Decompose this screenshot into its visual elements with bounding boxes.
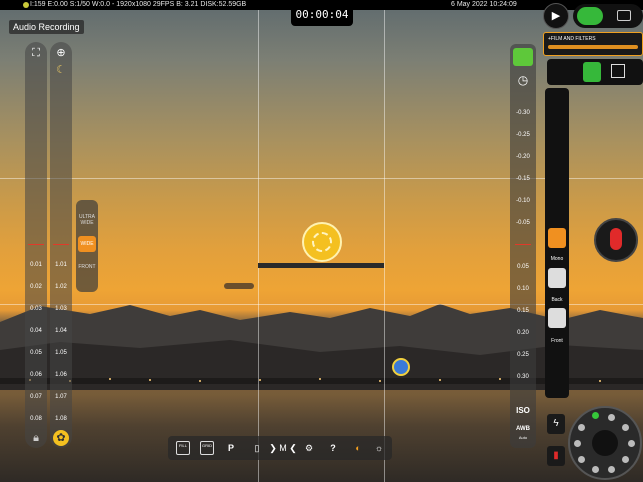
flower-icon[interactable]: ✿: [53, 430, 69, 446]
zoom-tick: 0.07: [30, 394, 42, 400]
film-filters-label: +FILM AND FILTERS: [548, 36, 596, 42]
audio-mono-label: Mono: [550, 256, 564, 262]
ev-tick: -0.30: [516, 110, 530, 116]
mode-dial-hub: [592, 430, 618, 456]
record-audio-button[interactable]: [594, 218, 638, 262]
focus-tick: 1.04: [55, 328, 67, 334]
ev-tick: 0.25: [517, 352, 529, 358]
audio-front-label: Front: [551, 338, 563, 344]
zoom-tick: 0.01: [30, 262, 42, 268]
camera-video-toggle[interactable]: [573, 4, 643, 28]
focus-tick: 1.05: [55, 350, 67, 356]
ev-tick: -0.20: [516, 154, 530, 160]
status-datetime: 6 May 2022 10:24:09: [451, 1, 517, 8]
record-indicator-icon: [23, 2, 29, 8]
ev-tick: 0.15: [517, 308, 529, 314]
settings-icon[interactable]: ⚙: [302, 439, 316, 457]
focus-tick: 1.01: [55, 262, 67, 268]
ev-tick: 0.10: [517, 286, 529, 292]
exposure-icon[interactable]: ◐: [350, 439, 366, 457]
timer-icon[interactable]: ◷: [513, 71, 533, 89]
battery-icon[interactable]: ▯: [250, 439, 264, 457]
image-mode-icon[interactable]: [611, 64, 625, 78]
lens-front[interactable]: FRONT: [78, 264, 96, 270]
focus-exposure-target[interactable]: [302, 222, 342, 262]
play-icon[interactable]: ▶: [543, 3, 569, 29]
cloud: [224, 283, 254, 289]
audio-back-label: Back: [551, 297, 563, 303]
lens-ultra-wide[interactable]: ULTRA WIDE: [78, 214, 96, 226]
torch-icon[interactable]: ▮: [547, 446, 565, 466]
brightness-icon[interactable]: ☼: [372, 439, 386, 457]
zoom-in-icon[interactable]: ⊕: [53, 45, 69, 61]
grid-button[interactable]: GRID: [200, 441, 214, 455]
program-mode-button[interactable]: P: [224, 439, 238, 457]
camera-viewfinder[interactable]: I:159 E:0.00 S:1/50 W:0.0 - 1920x1080 29…: [0, 0, 643, 482]
focus-indicator: [53, 244, 69, 245]
fullscreen-icon[interactable]: ⛶: [28, 45, 44, 61]
ev-tick: 0.20: [517, 330, 529, 336]
audio-source-selector[interactable]: Mono Back Front: [545, 88, 569, 398]
auto-exposure-icon[interactable]: [513, 48, 533, 66]
focus-tick: 1.07: [55, 394, 67, 400]
video-icon[interactable]: [617, 10, 631, 21]
ev-indicator: [515, 244, 531, 245]
exposure-slider[interactable]: ◷ -0.30 -0.25 -0.20 -0.15 -0.10 -0.05 0.…: [510, 44, 536, 448]
help-button[interactable]: ?: [326, 439, 340, 457]
ev-tick: -0.05: [516, 220, 530, 226]
film-filters-button[interactable]: +FILM AND FILTERS: [543, 32, 643, 56]
grid-line-v2: [384, 0, 385, 482]
fill-button[interactable]: FILL: [176, 441, 190, 455]
status-info: I:159 E:0.00 S:1/50 W:0.0 - 1920x1080 29…: [30, 1, 247, 8]
zoom-slider[interactable]: ⛶ 0.01 0.02 0.03 0.04 0.05 0.06 0.07 0.0…: [25, 42, 47, 448]
zoom-tick: 0.03: [30, 306, 42, 312]
zoom-tick: 0.08: [30, 416, 42, 422]
ev-tick: -0.25: [516, 132, 530, 138]
zoom-indicator: [28, 244, 44, 245]
mic-mode-icon[interactable]: [583, 62, 601, 82]
zoom-tick: 0.06: [30, 372, 42, 378]
face-detect-icon[interactable]: [392, 358, 410, 376]
focus-tick: 1.08: [55, 416, 67, 422]
ev-tick: 0.05: [517, 264, 529, 270]
grid-line-v1: [258, 0, 259, 482]
microphone-icon: [610, 228, 622, 250]
bottom-toolbar: FILL GRID P ▯ ❯ M ❮ ⚙ ? ◐ ☼: [168, 436, 392, 460]
zoom-tick: 0.04: [30, 328, 42, 334]
top-right-controls: ▶: [543, 3, 643, 29]
capture-mode-selector[interactable]: [547, 59, 643, 85]
lens-wide[interactable]: WIDE: [78, 236, 96, 252]
film-filters-bar: [548, 45, 638, 49]
focus-slider[interactable]: ⊕ ☾ 1.01 1.02 1.03 1.04 1.05 1.06 1.07 1…: [50, 42, 72, 448]
front-mic-icon[interactable]: [548, 308, 566, 328]
awb-sub: Auto: [518, 435, 528, 440]
camera-icon[interactable]: [577, 7, 603, 25]
awb-button[interactable]: AWB: [510, 426, 536, 432]
moon-icon[interactable]: ☾: [53, 62, 69, 78]
ev-tick: -0.10: [516, 198, 530, 204]
horizon-level: [258, 263, 384, 268]
manual-mode-button[interactable]: ❯ M ❮: [268, 439, 298, 457]
lock-icon[interactable]: 🔒︎: [28, 430, 44, 446]
focus-tick: 1.06: [55, 372, 67, 378]
mode-dial[interactable]: [568, 406, 642, 480]
focus-tick: 1.02: [55, 284, 67, 290]
iso-button[interactable]: ISO: [510, 406, 536, 415]
ev-tick: -0.15: [516, 176, 530, 182]
flash-icon[interactable]: ϟ: [547, 414, 565, 434]
ev-tick: 0.30: [517, 374, 529, 380]
lens-selector[interactable]: ULTRA WIDE WIDE FRONT: [76, 200, 98, 292]
recording-timer: 00:00:04: [291, 4, 353, 26]
audio-recording-label: Audio Recording: [9, 20, 84, 34]
back-mic-icon[interactable]: [548, 268, 566, 288]
focus-tick: 1.03: [55, 306, 67, 312]
zoom-tick: 0.02: [30, 284, 42, 290]
phone-mic-icon[interactable]: [548, 228, 566, 248]
zoom-tick: 0.05: [30, 350, 42, 356]
